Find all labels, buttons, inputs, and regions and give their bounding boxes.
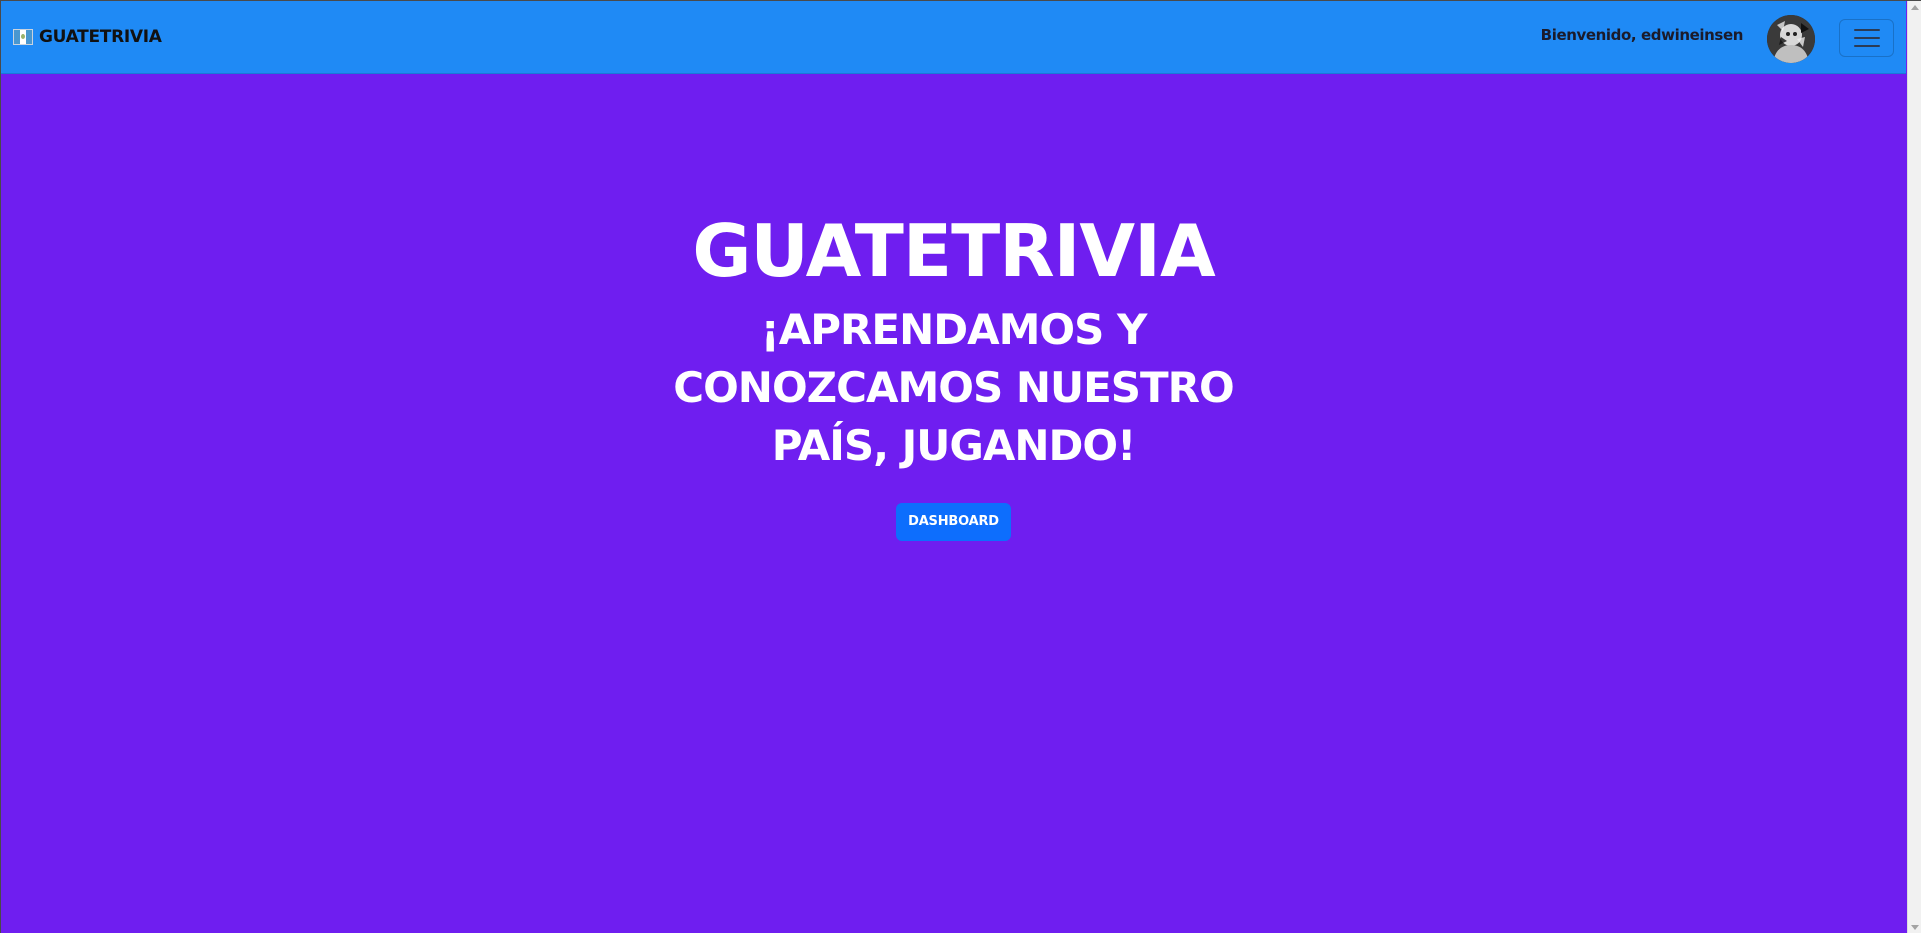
dashboard-button[interactable]: Dashboard bbox=[896, 503, 1011, 541]
user-avatar[interactable] bbox=[1767, 15, 1815, 63]
brand-name: GuateTrivia bbox=[39, 27, 162, 47]
hamburger-menu-icon bbox=[1853, 29, 1880, 31]
avatar-image bbox=[1767, 15, 1815, 63]
hero-section: GuateTrivia ¡Aprendamos y conozcamos nue… bbox=[1, 211, 1906, 541]
guatemala-flag-icon bbox=[13, 29, 33, 45]
welcome-text: Bienvenido, edwineinsen bbox=[1540, 26, 1744, 44]
menu-toggle-button[interactable] bbox=[1839, 19, 1894, 57]
brand-link[interactable]: GuateTrivia bbox=[13, 23, 162, 51]
hero-subtitle: ¡Aprendamos y conozcamos nuestro país, j… bbox=[673, 305, 1234, 470]
page: GuateTrivia Bienvenido, edwineinsen Guat… bbox=[0, 0, 1921, 933]
hero-title: GuateTrivia bbox=[692, 209, 1215, 293]
vertical-scrollbar[interactable] bbox=[1907, 1, 1921, 933]
top-navbar: GuateTrivia Bienvenido, edwineinsen bbox=[1, 1, 1906, 74]
